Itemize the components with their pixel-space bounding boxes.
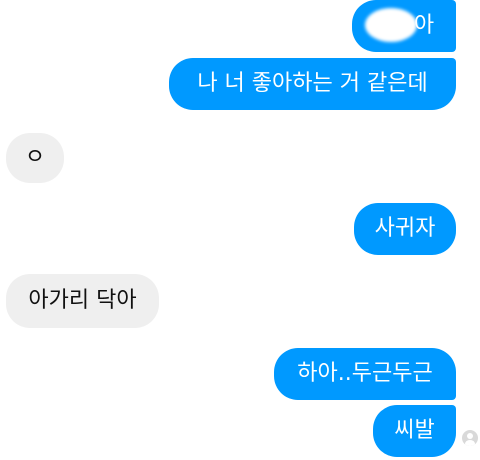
received-message-bubble[interactable]: 아가리 닥아 bbox=[6, 274, 159, 328]
sent-message-bubble[interactable]: 나 너 좋아하는 거 같은데 bbox=[169, 58, 456, 110]
message-text: ㅇ bbox=[24, 145, 46, 170]
sent-message-bubble[interactable]: 사귀자 bbox=[354, 203, 456, 255]
message-text: 아가리 닥아 bbox=[28, 288, 137, 313]
received-message-bubble[interactable]: ㅇ bbox=[6, 133, 64, 183]
sent-message-bubble[interactable]: 하아..두근두근 bbox=[274, 348, 456, 400]
sent-message-bubble[interactable]: 씨발 bbox=[373, 405, 456, 457]
message-text: 사귀자 bbox=[374, 216, 436, 241]
message-text: 나 너 좋아하는 거 같은데 bbox=[197, 71, 428, 96]
message-text: 하아..두근두근 bbox=[297, 361, 433, 386]
seen-avatar-icon bbox=[462, 430, 478, 446]
message-text: 씨발 bbox=[394, 418, 435, 443]
redaction-mark bbox=[365, 8, 417, 42]
